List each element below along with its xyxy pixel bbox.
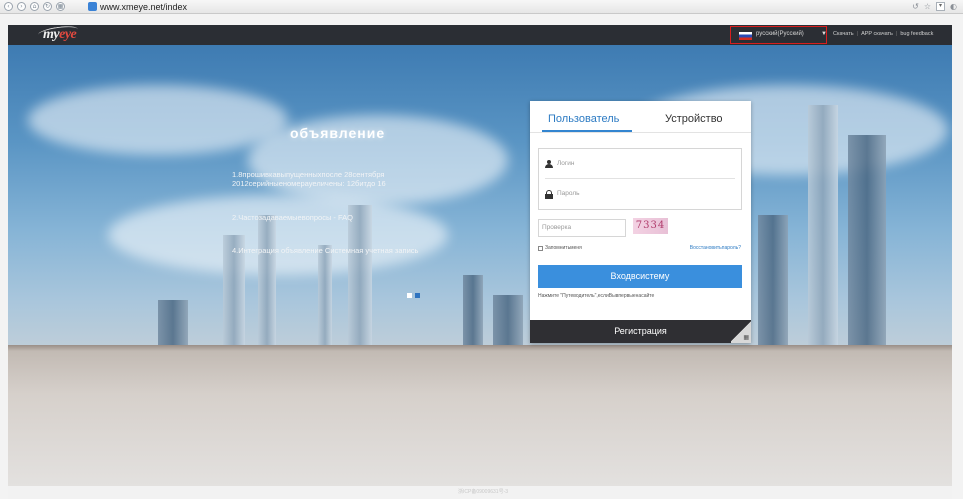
announcement-item[interactable]: 4.Интеграция объявление Системная учетна… bbox=[232, 246, 442, 255]
announcement-title: объявление bbox=[290, 125, 386, 141]
site-logo[interactable]: myeye bbox=[43, 26, 77, 44]
remember-checkbox[interactable] bbox=[538, 246, 543, 251]
remember-me[interactable]: Запомнитьменя bbox=[538, 245, 582, 252]
captcha-field[interactable]: Проверка bbox=[538, 219, 626, 237]
logo-accent-text: eye bbox=[59, 27, 77, 42]
cloud-decoration bbox=[108, 195, 448, 275]
captcha-image[interactable]: 7334 bbox=[633, 218, 668, 234]
building-decoration bbox=[463, 275, 483, 345]
qr-code-corner[interactable]: ▦ bbox=[731, 320, 751, 343]
browser-nav-icons: ‹ › ⌂ ↻ ▦ bbox=[4, 2, 65, 11]
building-decoration bbox=[318, 245, 332, 345]
user-icon bbox=[545, 160, 553, 168]
tab-device[interactable]: Устройство bbox=[665, 112, 723, 126]
password-field[interactable]: Пароль bbox=[557, 189, 580, 198]
caret-down-icon: ▼ bbox=[821, 31, 827, 37]
horizon-decoration bbox=[8, 345, 952, 351]
guide-hint: Нажмите "Путеводитель",еслиВывпервыенаса… bbox=[538, 293, 655, 299]
app-download-link[interactable]: APP скачать bbox=[861, 31, 893, 37]
announcement-item[interactable]: 1.8прошивкавыпущенныхпосле 28сентября 20… bbox=[232, 170, 442, 188]
window-icon[interactable]: ▦ bbox=[56, 2, 65, 11]
remember-label: Запомнитьменя bbox=[545, 245, 582, 251]
ground-decoration bbox=[8, 345, 952, 486]
browser-toolbar: ‹ › ⌂ ↻ ▦ www.xmeye.net/index ↺ ☆ ▾ ◐ bbox=[0, 0, 963, 14]
menu-icon[interactable]: ▾ bbox=[936, 2, 946, 11]
language-label: русский(Русский) bbox=[756, 31, 804, 37]
refresh-icon[interactable]: ↻ bbox=[43, 2, 52, 11]
back-icon[interactable]: ‹ bbox=[4, 2, 13, 11]
logo-text: my bbox=[43, 27, 60, 42]
home-icon[interactable]: ⌂ bbox=[30, 2, 39, 11]
building-decoration bbox=[258, 215, 276, 345]
site-header: myeye русский(Русский) ▼ Скачать | APP ска… bbox=[8, 24, 952, 45]
page: ‹ › ⌂ ↻ ▦ www.xmeye.net/index ↺ ☆ ▾ ◐ my… bbox=[0, 0, 963, 499]
forward-icon[interactable]: › bbox=[17, 2, 26, 11]
building-decoration bbox=[848, 135, 886, 345]
lock-icon bbox=[545, 190, 553, 199]
login-field[interactable]: Логин bbox=[557, 159, 574, 168]
recover-password-link[interactable]: Восстановитьпароль? bbox=[690, 245, 741, 252]
building-decoration bbox=[348, 205, 372, 345]
login-button[interactable]: Входвсистему bbox=[538, 265, 742, 288]
link-separator: | bbox=[895, 31, 898, 37]
qr-code-icon: ▦ bbox=[743, 334, 749, 341]
settings-icon[interactable]: ◐ bbox=[950, 2, 957, 11]
star-icon[interactable]: ☆ bbox=[924, 2, 931, 11]
register-button[interactable]: Регистрация bbox=[530, 320, 751, 343]
building-decoration bbox=[158, 300, 188, 345]
announcement-item[interactable]: 2.Частозадаваемыевопросы - FAQ bbox=[232, 213, 442, 222]
download-link[interactable]: Скачать bbox=[833, 31, 854, 37]
announcement-pager bbox=[407, 293, 420, 298]
building-decoration bbox=[808, 105, 838, 345]
pager-dot[interactable] bbox=[407, 293, 412, 298]
reload-icon[interactable]: ↺ bbox=[912, 2, 919, 11]
bug-feedback-link[interactable]: bug feedback bbox=[900, 31, 933, 37]
link-separator: | bbox=[856, 31, 859, 37]
header-links: Скачать | APP скачать | bug feedback bbox=[833, 30, 933, 39]
browser-right-icons: ↺ ☆ ▾ ◐ bbox=[912, 2, 957, 11]
russian-flag-icon bbox=[739, 32, 752, 40]
tab-user[interactable]: Пользователь bbox=[548, 112, 619, 126]
address-bar[interactable]: www.xmeye.net/index bbox=[100, 1, 187, 13]
page-footer: 浙ICP备09009631号-3 bbox=[8, 486, 952, 499]
pager-dot-active[interactable] bbox=[415, 293, 420, 298]
credentials-box: Логин Пароль bbox=[538, 148, 742, 210]
cloud-decoration bbox=[28, 85, 288, 155]
hero-background bbox=[8, 45, 952, 486]
site-favicon-icon bbox=[88, 2, 97, 11]
footer-license: 浙ICP备09009631号-3 bbox=[458, 489, 509, 495]
language-selector[interactable]: русский(Русский) ▼ bbox=[730, 26, 827, 44]
building-decoration bbox=[758, 215, 788, 345]
field-divider bbox=[545, 178, 735, 179]
login-panel: Пользователь Устройство Логин Пароль Про… bbox=[530, 101, 751, 343]
building-decoration bbox=[493, 295, 523, 345]
tab-divider bbox=[530, 132, 751, 133]
